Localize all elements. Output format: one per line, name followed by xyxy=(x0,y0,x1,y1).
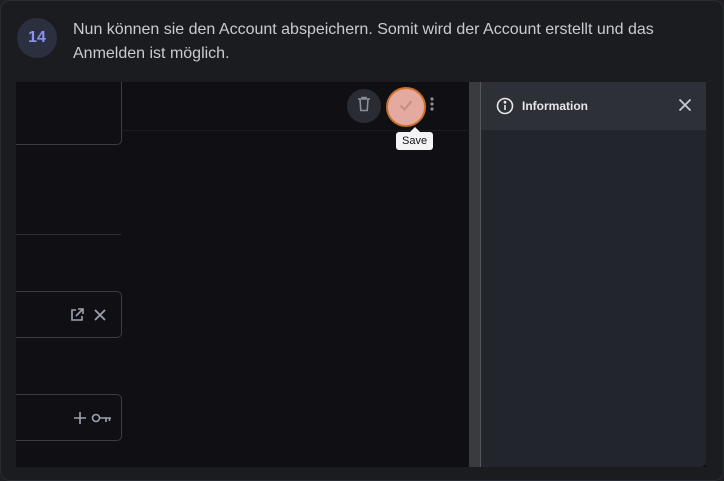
kebab-icon xyxy=(429,97,435,116)
delete-button[interactable] xyxy=(347,89,381,123)
info-icon xyxy=(496,97,514,115)
form-field-password[interactable] xyxy=(16,394,122,441)
more-options-button[interactable] xyxy=(429,96,435,117)
app-screenshot: Save Information xyxy=(16,82,706,467)
section-divider xyxy=(16,234,121,235)
save-tooltip: Save xyxy=(396,127,434,150)
information-panel-title: Information xyxy=(522,99,588,113)
close-icon[interactable] xyxy=(93,292,107,337)
step-number-badge: 14 xyxy=(17,18,57,58)
save-button[interactable] xyxy=(386,87,426,127)
open-external-icon[interactable] xyxy=(69,292,85,337)
form-field-top[interactable] xyxy=(16,82,122,145)
information-panel-header: Information xyxy=(481,82,706,130)
check-icon xyxy=(398,97,414,118)
step-instruction: Nun können sie den Account abspeichern. … xyxy=(73,21,654,62)
close-panel-button[interactable] xyxy=(678,98,692,112)
key-icon[interactable] xyxy=(91,395,113,440)
information-panel: Information xyxy=(481,82,706,467)
panel-resize-handle[interactable] xyxy=(469,82,480,467)
step-card: 14 Nun können sie den Account abspeicher… xyxy=(0,0,724,481)
plus-icon[interactable] xyxy=(73,395,87,440)
form-field-link[interactable] xyxy=(16,291,122,338)
trash-icon xyxy=(357,96,371,117)
